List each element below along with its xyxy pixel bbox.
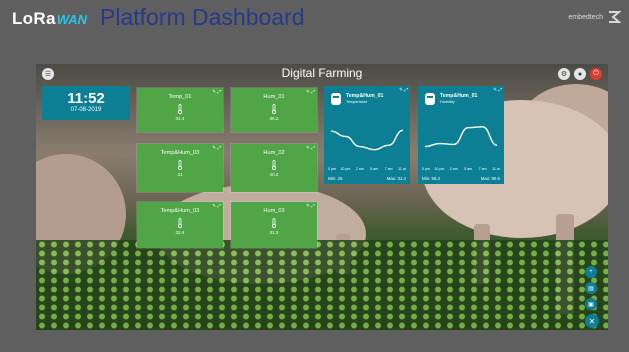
layout-icon[interactable]: ▤ xyxy=(585,282,597,294)
power-icon[interactable]: ⏻ xyxy=(590,68,602,80)
chart-subtitle: Humidity xyxy=(440,100,455,104)
line-chart: 10 pm 10 pm 2 am 5 am 7 am 11 am xyxy=(422,126,500,171)
x-tick-label: 11 am xyxy=(398,167,406,171)
sensor-device-icon xyxy=(331,93,341,105)
page-title: Platform Dashboard xyxy=(100,4,305,30)
x-tick-label: 2 am xyxy=(356,167,364,171)
chart-min: Min: 25 xyxy=(328,176,343,181)
tile-name: Hum_02 xyxy=(263,150,285,156)
chart-subtitle: Temperature xyxy=(346,100,368,104)
thermometer-icon xyxy=(272,160,276,170)
sensor-tile[interactable]: ✎ ⤢ Hum_02 40.2 xyxy=(231,144,317,192)
chart-max: Max: 31.4 xyxy=(386,176,406,181)
chart-min: Min: 56.2 xyxy=(422,176,441,181)
brand-name: embedtech xyxy=(568,14,603,21)
thermometer-icon xyxy=(178,104,182,114)
thermometer-icon xyxy=(178,160,182,170)
thermometer-icon xyxy=(178,218,182,228)
floating-actions: + ▤ ▣ ✕ xyxy=(585,266,599,328)
chart-card-humidity[interactable]: ✎ ⤢ Temp&Hum_01 Humidity 10 pm10 pm2 am5… xyxy=(418,86,504,184)
chart-header: Temp&Hum_01 Temperature xyxy=(330,92,406,114)
x-tick-label: 5 am xyxy=(464,167,472,171)
tile-name: Temp&Hum_03 xyxy=(160,150,200,156)
save-icon[interactable]: ▣ xyxy=(585,298,597,310)
settings-icon[interactable]: ⚙ xyxy=(558,68,570,80)
chart-title: Temp&Hum_01 xyxy=(440,93,478,99)
sensor-tile[interactable]: ✎ ⤢ Hum_01 36.2 xyxy=(231,88,317,132)
logo-lora-text: LoRa xyxy=(12,9,56,28)
tile-actions-icon[interactable]: ✎ ⤢ xyxy=(212,203,221,209)
tile-value: 31 xyxy=(177,172,183,177)
tile-value: 36.2 xyxy=(269,116,279,121)
tile-actions-icon[interactable]: ✎ ⤢ xyxy=(212,145,221,151)
tile-actions-icon[interactable]: ✎ ⤢ xyxy=(306,203,315,209)
tile-actions-icon[interactable]: ✎ ⤢ xyxy=(306,89,315,95)
header-logo: LoRa WAN xyxy=(12,8,87,30)
sensor-tile[interactable]: ✎ ⤢ Hum_03 41.3 xyxy=(231,202,317,248)
sensor-device-icon xyxy=(425,93,435,105)
chart-header: Temp&Hum_01 Humidity xyxy=(424,92,500,114)
dashboard-screen: ☰ Digital Farming ⚙ ● ⏻ 11:52 07-08-2019… xyxy=(36,64,608,330)
x-tick-label: 5 am xyxy=(370,167,378,171)
tile-actions-icon[interactable]: ✎ ⤢ xyxy=(212,89,221,95)
notifications-icon[interactable]: ● xyxy=(574,68,586,80)
tile-value: 32.4 xyxy=(175,230,185,235)
brand-logo-icon xyxy=(609,11,621,23)
clock-date: 07-08-2019 xyxy=(70,107,102,113)
tile-value: 40.2 xyxy=(269,172,279,177)
add-icon[interactable]: + xyxy=(585,266,597,278)
chart-footer: Min: 25 Max: 31.4 xyxy=(328,176,406,181)
thermometer-icon xyxy=(272,104,276,114)
x-tick-label: 10 pm xyxy=(434,167,444,171)
series-line xyxy=(424,126,498,148)
chart-max: Max: 90.5 xyxy=(480,176,500,181)
tile-value: 41.3 xyxy=(269,230,279,235)
sensor-tile[interactable]: ✎ ⤢ Temp_01 31.4 xyxy=(137,88,223,132)
x-tick-label: 7 am xyxy=(479,167,487,171)
tile-name: Temp&Hum_03 xyxy=(160,208,200,214)
dashboard-title: Digital Farming xyxy=(281,66,363,80)
series-line xyxy=(330,129,404,151)
x-tick-label: 10 pm xyxy=(340,167,350,171)
tile-name: Hum_01 xyxy=(263,94,285,100)
chart-card-temperature[interactable]: ✎ ⤢ Temp&Hum_01 Temperature 10 pm10 pm2 … xyxy=(324,86,410,184)
sensor-tile[interactable]: ✎ ⤢ Temp&Hum_03 32.4 xyxy=(137,202,223,248)
close-icon[interactable]: ✕ xyxy=(585,314,599,328)
x-tick-label: 10 pm xyxy=(422,167,430,171)
sensor-tile[interactable]: ✎ ⤢ Temp&Hum_03 31 xyxy=(137,144,223,192)
thermometer-icon xyxy=(272,218,276,228)
logo-wan-text: WAN xyxy=(56,11,88,27)
x-tick-label: 2 am xyxy=(450,167,458,171)
clock-widget: 11:52 07-08-2019 xyxy=(42,86,130,120)
tile-value: 31.4 xyxy=(175,116,185,121)
line-chart: 10 pm 10 pm 2 am 5 am 7 am 11 am xyxy=(328,129,406,171)
x-tick-label: 7 am xyxy=(385,167,393,171)
tile-actions-icon[interactable]: ✎ ⤢ xyxy=(306,145,315,151)
tile-name: Temp_01 xyxy=(168,94,192,100)
x-tick-label: 10 pm xyxy=(328,167,336,171)
x-tick-label: 11 am xyxy=(492,167,500,171)
clock-time: 11:52 xyxy=(67,90,105,107)
bg-floor-grate xyxy=(36,240,608,330)
chart-title: Temp&Hum_01 xyxy=(346,93,384,99)
chart-footer: Min: 56.2 Max: 90.5 xyxy=(422,176,500,181)
top-right-icons: ⚙ ● ⏻ xyxy=(558,68,602,80)
tile-name: Hum_03 xyxy=(263,208,285,214)
